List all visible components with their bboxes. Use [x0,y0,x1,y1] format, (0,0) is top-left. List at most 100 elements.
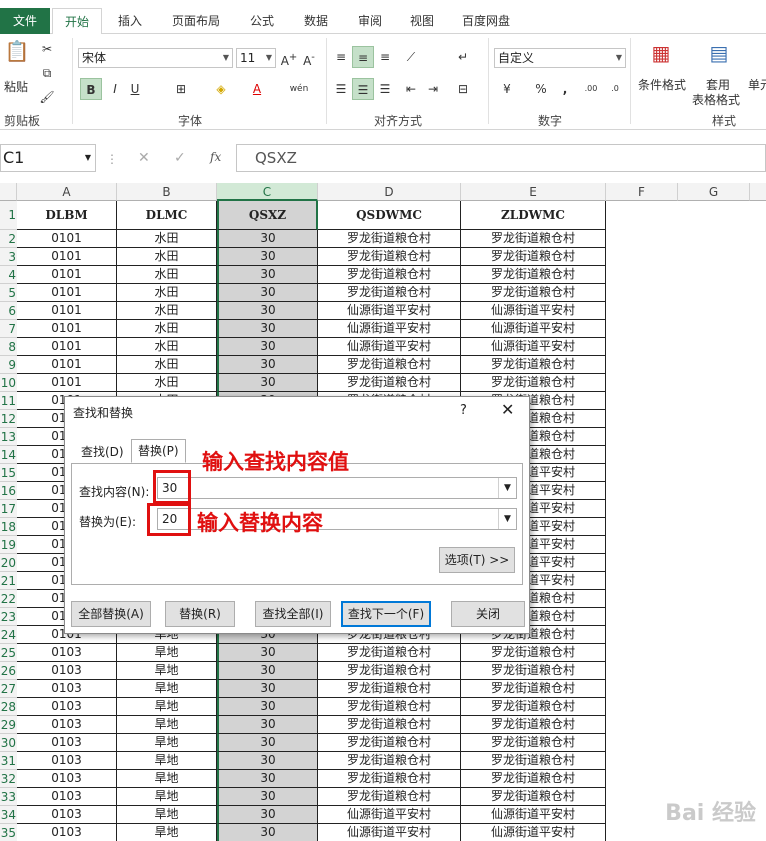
format-painter-icon[interactable]: 🖌 [36,86,58,108]
table-cell[interactable]: 0103 [17,752,117,770]
table-cell[interactable]: 罗龙街道粮仓村 [461,698,606,716]
table-cell[interactable]: 仙源街道平安村 [318,806,461,824]
find-history-dropdown-icon[interactable]: ▼ [498,478,516,498]
row-header[interactable]: 16 [0,482,17,500]
merge-center-icon[interactable]: ⊟ [452,78,474,100]
table-cell[interactable]: 30 [217,230,318,248]
table-cell[interactable]: 罗龙街道粮仓村 [318,266,461,284]
row-header[interactable]: 27 [0,680,17,698]
row-header[interactable]: 33 [0,788,17,806]
find-what-input[interactable]: 30 ▼ [157,477,517,499]
align-middle-icon[interactable]: ≡ [352,46,374,68]
table-cell[interactable]: 仙源街道平安村 [318,302,461,320]
column-header-h[interactable] [750,183,766,201]
table-cell[interactable]: 罗龙街道粮仓村 [318,752,461,770]
replace-all-button[interactable]: 全部替换(A) [71,601,151,627]
table-format-icon[interactable]: ▤ [704,42,734,72]
table-cell[interactable]: 罗龙街道粮仓村 [318,284,461,302]
table-cell[interactable]: 30 [217,824,318,841]
copy-icon[interactable]: ⧉ [36,62,58,84]
tab-view[interactable]: 视图 [400,8,444,34]
table-format-label-2[interactable]: 表格格式 [688,91,744,108]
table-cell[interactable]: 罗龙街道粮仓村 [318,230,461,248]
table-cell[interactable]: 0101 [17,320,117,338]
row-header[interactable]: 31 [0,752,17,770]
row-header[interactable]: 17 [0,500,17,518]
font-name-select[interactable]: 宋体 ▼ [78,48,233,68]
tab-replace[interactable]: 替换(P) [131,439,186,463]
table-cell[interactable]: 0103 [17,788,117,806]
table-cell[interactable]: 罗龙街道粮仓村 [318,788,461,806]
column-header-b[interactable]: B [117,183,217,201]
comma-button[interactable]: , [554,78,576,100]
table-cell[interactable]: 仙源街道平安村 [461,302,606,320]
column-header-d[interactable]: D [318,183,461,201]
table-cell[interactable]: 30 [217,788,318,806]
table-cell[interactable]: 水田 [117,284,217,302]
table-cell[interactable]: 罗龙街道粮仓村 [318,734,461,752]
table-cell[interactable]: 水田 [117,266,217,284]
table-cell[interactable]: 旱地 [117,824,217,841]
table-cell[interactable]: 30 [217,320,318,338]
find-next-button[interactable]: 查找下一个(F) [341,601,431,627]
row-header[interactable]: 28 [0,698,17,716]
table-cell[interactable]: 0103 [17,662,117,680]
options-button[interactable]: 选项(T) >> [439,547,515,573]
table-cell[interactable]: 罗龙街道粮仓村 [461,266,606,284]
table-cell[interactable]: 旱地 [117,662,217,680]
table-cell[interactable]: 罗龙街道粮仓村 [318,770,461,788]
tab-data[interactable]: 数据 [294,8,338,34]
formula-input[interactable]: QSXZ [236,144,766,172]
table-cell[interactable]: 罗龙街道粮仓村 [461,716,606,734]
currency-icon[interactable]: ¥ [496,78,518,100]
table-cell[interactable]: 罗龙街道粮仓村 [461,770,606,788]
name-box[interactable]: C1 ▼ [0,144,96,172]
table-cell[interactable]: 30 [217,662,318,680]
paste-icon[interactable]: 📋 [4,40,30,70]
table-cell[interactable]: 水田 [117,320,217,338]
table-cell[interactable]: 罗龙街道粮仓村 [461,644,606,662]
table-cell[interactable]: 罗龙街道粮仓村 [461,230,606,248]
tab-page-layout[interactable]: 页面布局 [164,8,228,34]
table-cell[interactable]: 30 [217,680,318,698]
table-cell[interactable]: 水田 [117,374,217,392]
row-header[interactable]: 23 [0,608,17,626]
table-cell[interactable]: 仙源街道平安村 [318,338,461,356]
header-cell[interactable]: QSDWMC [318,201,461,230]
table-cell[interactable]: 罗龙街道粮仓村 [318,680,461,698]
bold-button[interactable]: B [80,78,102,100]
header-cell[interactable]: DLBM [17,201,117,230]
table-cell[interactable]: 仙源街道平安村 [318,320,461,338]
table-cell[interactable]: 0101 [17,356,117,374]
row-header[interactable]: 35 [0,824,17,841]
increase-decimal-icon[interactable]: .00 [580,78,602,100]
table-cell[interactable]: 罗龙街道粮仓村 [461,788,606,806]
table-cell[interactable]: 仙源街道平安村 [461,824,606,841]
table-cell[interactable]: 仙源街道平安村 [461,320,606,338]
decrease-indent-icon[interactable]: ⇤ [400,78,422,100]
table-cell[interactable]: 旱地 [117,644,217,662]
row-header[interactable]: 3 [0,248,17,266]
row-header[interactable]: 13 [0,428,17,446]
row-header[interactable]: 8 [0,338,17,356]
insert-function-icon[interactable]: fx [210,150,221,164]
row-header[interactable]: 10 [0,374,17,392]
table-cell[interactable]: 旱地 [117,770,217,788]
cell-style-label[interactable]: 单元 [748,76,766,93]
wrap-text-icon[interactable]: ↵ [452,46,474,68]
conditional-format-label[interactable]: 条件格式 [634,76,690,93]
enter-icon[interactable]: ✓ [174,150,186,166]
table-cell[interactable]: 罗龙街道粮仓村 [461,734,606,752]
table-cell[interactable]: 罗龙街道粮仓村 [461,356,606,374]
cut-icon[interactable]: ✂ [36,38,58,60]
tab-file[interactable]: 文件 [0,8,50,34]
row-header[interactable]: 11 [0,392,17,410]
italic-button[interactable]: I [104,78,126,100]
table-cell[interactable]: 0103 [17,824,117,841]
orientation-icon[interactable]: ⟋ [400,46,422,68]
table-cell[interactable]: 30 [217,248,318,266]
table-cell[interactable]: 仙源街道平安村 [461,806,606,824]
table-cell[interactable]: 罗龙街道粮仓村 [461,284,606,302]
table-cell[interactable]: 0101 [17,266,117,284]
row-header[interactable]: 25 [0,644,17,662]
